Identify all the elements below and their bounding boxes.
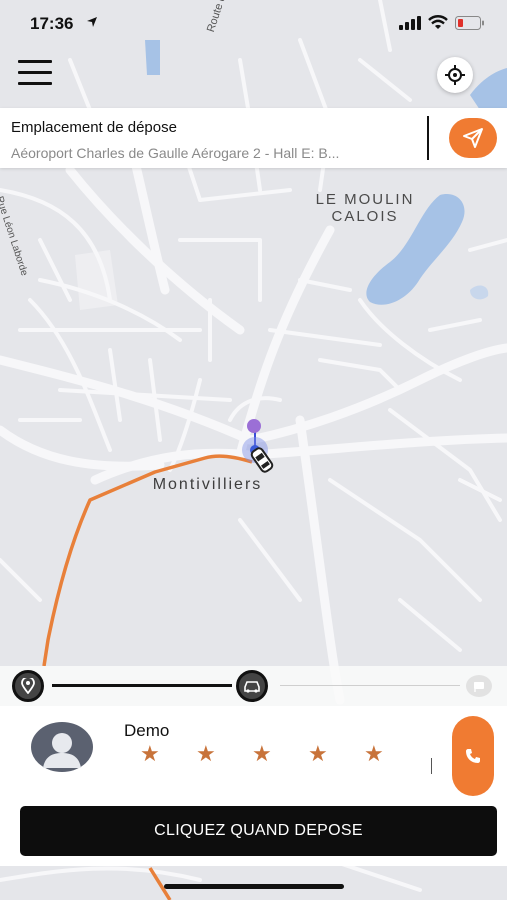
navigate-button[interactable] bbox=[449, 118, 497, 158]
star-icon: ★ bbox=[196, 741, 216, 766]
trip-progress-done bbox=[52, 684, 232, 687]
dropoff-title: Emplacement de dépose bbox=[11, 119, 177, 136]
signal-icon bbox=[399, 15, 421, 30]
menu-button[interactable] bbox=[18, 60, 52, 88]
battery-icon bbox=[455, 15, 484, 30]
send-arrow-icon bbox=[463, 128, 483, 148]
wifi-icon bbox=[428, 15, 448, 29]
hamburger-icon-bar-1 bbox=[18, 60, 52, 63]
location-arrow-icon bbox=[87, 17, 97, 27]
hamburger-icon-bar-3 bbox=[18, 82, 52, 85]
trip-start-node bbox=[12, 670, 44, 702]
star-icon: ★ bbox=[308, 741, 328, 766]
hamburger-icon-bar-2 bbox=[18, 71, 52, 74]
star-icon: ★ bbox=[252, 741, 272, 766]
map-pin-icon bbox=[21, 678, 35, 694]
star-icon: ★ bbox=[364, 741, 384, 766]
phone-icon bbox=[466, 749, 480, 763]
home-indicator bbox=[164, 884, 344, 889]
system-icons bbox=[399, 15, 485, 30]
panel-divider bbox=[431, 758, 432, 774]
star-icon: ★ bbox=[140, 741, 160, 766]
dropoff-divider bbox=[427, 116, 429, 160]
map-label-district-line1: LE MOULIN bbox=[315, 191, 415, 208]
flag-icon bbox=[474, 682, 484, 692]
map-label-district-line2: CALOIS bbox=[331, 208, 399, 225]
map-label-town: Montivilliers bbox=[152, 476, 263, 493]
car-icon bbox=[244, 681, 260, 693]
status-bar: 17:36 bbox=[0, 0, 507, 48]
call-button[interactable] bbox=[452, 716, 494, 796]
driver-rating: ★ ★ ★ ★ ★ bbox=[140, 741, 420, 767]
dropoff-card[interactable]: Emplacement de dépose Aéoroport Charles … bbox=[0, 108, 507, 168]
status-time: 17:36 bbox=[30, 14, 74, 33]
driver-name: Demo bbox=[124, 721, 170, 740]
trip-end-node bbox=[466, 675, 492, 697]
avatar bbox=[31, 722, 93, 772]
crosshair-icon bbox=[445, 65, 465, 85]
dropped-off-button[interactable]: CLIQUEZ QUAND DEPOSE bbox=[20, 806, 497, 856]
map-label-district: LE MOULIN CALOIS bbox=[300, 191, 430, 225]
destination-pin bbox=[247, 419, 261, 433]
locate-button[interactable] bbox=[437, 57, 473, 93]
trip-current-node bbox=[236, 670, 268, 702]
trip-progress-remaining bbox=[280, 685, 460, 686]
dropoff-address[interactable]: Aéoroport Charles de Gaulle Aérogare 2 -… bbox=[11, 145, 411, 161]
